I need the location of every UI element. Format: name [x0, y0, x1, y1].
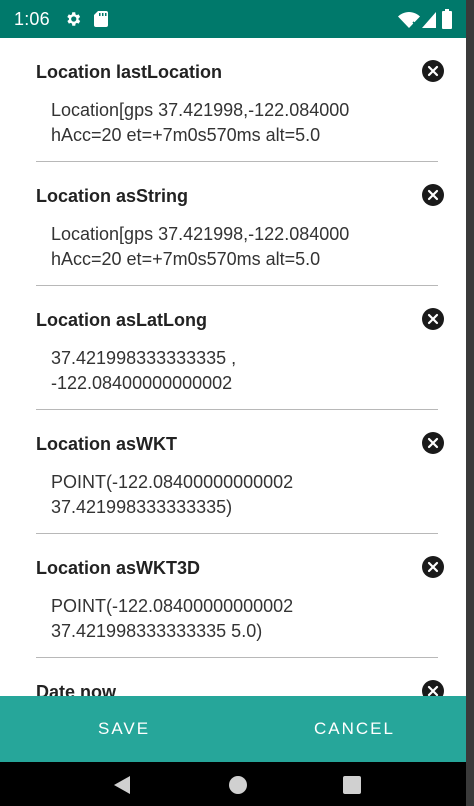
item-title: Location asString: [36, 186, 189, 206]
close-icon[interactable]: [422, 184, 444, 206]
item-value: POINT(-122.08400000000002 37.42199833333…: [51, 472, 294, 517]
list-item: Location asWKT POINT(-122.08400000000002…: [36, 410, 444, 534]
list-item: Location asString Location[gps 37.421998…: [36, 162, 444, 286]
app-frame: 1:06 Location lastLocation Location[gps …: [0, 0, 466, 806]
list-item: Location asLatLong 37.421998333333335 , …: [36, 286, 444, 410]
sd-card-icon: [94, 11, 108, 27]
close-icon[interactable]: [422, 556, 444, 578]
status-time: 1:06: [14, 9, 50, 29]
recents-icon[interactable]: [342, 775, 362, 795]
home-icon[interactable]: [228, 775, 248, 795]
close-icon[interactable]: [422, 308, 444, 330]
save-button[interactable]: SAVE: [98, 696, 150, 762]
close-icon[interactable]: [422, 60, 444, 82]
location-list[interactable]: Location lastLocation Location[gps 37.42…: [0, 38, 466, 696]
list-item: Date now: [36, 658, 444, 696]
close-icon[interactable]: [422, 680, 444, 696]
item-title: Location asLatLong: [36, 310, 207, 330]
wifi-icon: [398, 12, 420, 28]
close-icon[interactable]: [422, 432, 444, 454]
cancel-button[interactable]: CANCEL: [314, 696, 395, 762]
signal-icon: [422, 12, 436, 28]
item-title: Location asWKT3D: [36, 558, 201, 578]
list-item: Location asWKT3D POINT(-122.084000000000…: [36, 534, 444, 658]
item-title: Location lastLocation: [36, 62, 223, 82]
settings-icon: [67, 12, 81, 26]
screen-edge: [466, 0, 474, 806]
item-value: Location[gps 37.421998,-122.084000 hAcc=…: [51, 224, 350, 269]
action-bar: SAVE CANCEL: [0, 696, 466, 762]
item-value: Location[gps 37.421998,-122.084000 hAcc=…: [51, 100, 350, 145]
back-icon[interactable]: [112, 775, 132, 795]
list-item: Location lastLocation Location[gps 37.42…: [36, 38, 444, 162]
item-value: 37.421998333333335 , -122.08400000000002: [51, 348, 237, 393]
battery-icon: [442, 9, 452, 29]
item-value: POINT(-122.08400000000002 37.42199833333…: [51, 596, 294, 641]
status-bar: 1:06: [0, 0, 466, 38]
navigation-bar: [0, 762, 466, 806]
item-title: Location asWKT: [36, 434, 178, 454]
item-title: Date now: [36, 682, 117, 696]
